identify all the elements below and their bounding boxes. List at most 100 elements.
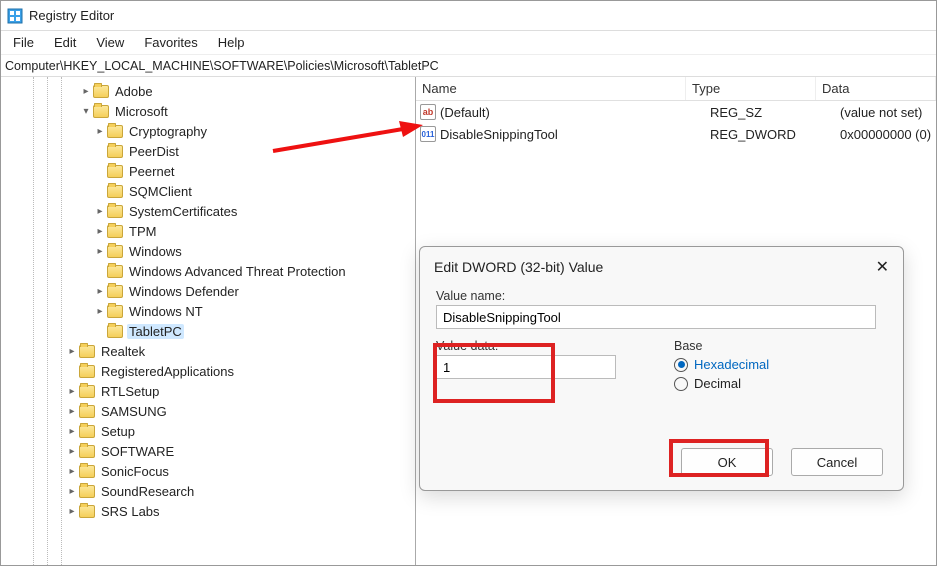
chevron-right-icon[interactable]: ▸ bbox=[93, 226, 107, 237]
folder-icon bbox=[79, 405, 95, 418]
dialog-title: Edit DWORD (32-bit) Value bbox=[434, 259, 603, 275]
folder-icon bbox=[79, 445, 95, 458]
menu-file[interactable]: File bbox=[3, 31, 44, 54]
title-bar: Registry Editor bbox=[1, 1, 936, 31]
value-data: 0x00000000 (0) bbox=[840, 127, 931, 142]
value-name-label: Value name: bbox=[436, 289, 887, 303]
folder-icon bbox=[107, 185, 123, 198]
tree-node-windows-defender[interactable]: ▸ Windows Defender bbox=[9, 281, 415, 301]
menu-edit[interactable]: Edit bbox=[44, 31, 86, 54]
tree-node-setup[interactable]: ▸Setup bbox=[9, 421, 415, 441]
tree-node-windows-nt[interactable]: ▸Windows NT bbox=[9, 301, 415, 321]
col-data[interactable]: Data bbox=[816, 77, 936, 100]
tree-node-tabletpc[interactable]: TabletPC bbox=[9, 321, 415, 341]
value-name-input[interactable] bbox=[436, 305, 876, 329]
value-type: REG_DWORD bbox=[710, 127, 840, 142]
tree-node-label: SRS Labs bbox=[99, 504, 162, 519]
value-data-input[interactable] bbox=[436, 355, 616, 379]
tree-node-adobe[interactable]: ▸Adobe bbox=[9, 81, 415, 101]
tree-node-label: Peernet bbox=[127, 164, 177, 179]
tree-node-label: PeerDist bbox=[127, 144, 181, 159]
chevron-right-icon[interactable]: ▸ bbox=[93, 306, 107, 317]
chevron-right-icon[interactable]: ▸ bbox=[93, 126, 107, 137]
tree-node-label: SystemCertificates bbox=[127, 204, 239, 219]
chevron-down-icon[interactable]: ▾ bbox=[79, 106, 93, 117]
chevron-right-icon[interactable]: ▸ bbox=[65, 346, 79, 357]
menu-bar: File Edit View Favorites Help bbox=[1, 31, 936, 55]
tree-node-registeredapplications[interactable]: RegisteredApplications bbox=[9, 361, 415, 381]
tree-node-srs-labs[interactable]: ▸ SRS Labs bbox=[9, 501, 415, 521]
tree-node-microsoft[interactable]: ▾ Microsoft bbox=[9, 101, 415, 121]
tree-node-soundresearch[interactable]: ▸SoundResearch bbox=[9, 481, 415, 501]
chevron-right-icon[interactable]: ▸ bbox=[65, 406, 79, 417]
folder-icon bbox=[107, 245, 123, 258]
chevron-right-icon[interactable]: ▸ bbox=[79, 86, 93, 97]
window-title: Registry Editor bbox=[29, 8, 114, 23]
chevron-right-icon[interactable]: ▸ bbox=[93, 286, 107, 297]
tree-node-label: RTLSetup bbox=[99, 384, 161, 399]
chevron-right-icon[interactable]: ▸ bbox=[65, 486, 79, 497]
tree-node-software[interactable]: ▸ SOFTWARE bbox=[9, 441, 415, 461]
tree-pane: ▸Adobe ▾ Microsoft ▸Cryptography PeerDist Pee… bbox=[1, 77, 416, 565]
tree-node-label: RegisteredApplications bbox=[99, 364, 236, 379]
dword-value-icon: 011 bbox=[420, 126, 436, 142]
value-row-default[interactable]: ab (Default) REG_SZ (value not set) bbox=[416, 101, 936, 123]
chevron-right-icon[interactable]: ▸ bbox=[65, 386, 79, 397]
cancel-button[interactable]: Cancel bbox=[791, 448, 883, 476]
tree-node-label: Windows Defender bbox=[127, 284, 241, 299]
tree-node-label: Windows bbox=[127, 244, 184, 259]
menu-view[interactable]: View bbox=[86, 31, 134, 54]
tree-node-sonicfocus[interactable]: ▸ SonicFocus bbox=[9, 461, 415, 481]
menu-favorites[interactable]: Favorites bbox=[134, 31, 207, 54]
tree-node-windows[interactable]: ▸ Windows bbox=[9, 241, 415, 261]
ok-button[interactable]: OK bbox=[681, 448, 773, 476]
folder-icon bbox=[79, 485, 95, 498]
folder-icon bbox=[93, 105, 109, 118]
folder-icon bbox=[107, 165, 123, 178]
radio-hexadecimal[interactable]: Hexadecimal bbox=[674, 357, 884, 372]
value-name: (Default) bbox=[440, 105, 710, 120]
tree-node-peernet[interactable]: Peernet bbox=[9, 161, 415, 181]
radio-decimal[interactable]: Decimal bbox=[674, 376, 884, 391]
tree-node-sqmclient[interactable]: SQMClient bbox=[9, 181, 415, 201]
tree-node-label: SOFTWARE bbox=[99, 444, 176, 459]
tree-node-label: TPM bbox=[127, 224, 158, 239]
tree-node-cryptography[interactable]: ▸Cryptography bbox=[9, 121, 415, 141]
chevron-right-icon[interactable]: ▸ bbox=[65, 466, 79, 477]
value-name: DisableSnippingTool bbox=[440, 127, 710, 142]
folder-icon bbox=[107, 265, 123, 278]
tree-node-label: SQMClient bbox=[127, 184, 194, 199]
tree-node-label: Microsoft bbox=[113, 104, 170, 119]
tree-node-windows-advanced-threat-protection[interactable]: Windows Advanced Threat Protection bbox=[9, 261, 415, 281]
chevron-right-icon[interactable]: ▸ bbox=[65, 506, 79, 517]
chevron-right-icon[interactable]: ▸ bbox=[65, 426, 79, 437]
folder-icon bbox=[79, 365, 95, 378]
menu-help[interactable]: Help bbox=[208, 31, 255, 54]
folder-icon bbox=[79, 465, 95, 478]
value-data-label: Value data: bbox=[436, 339, 646, 353]
folder-icon bbox=[107, 305, 123, 318]
folder-icon bbox=[79, 505, 95, 518]
tree-node-realtek[interactable]: ▸Realtek bbox=[9, 341, 415, 361]
col-type[interactable]: Type bbox=[686, 77, 816, 100]
chevron-right-icon[interactable]: ▸ bbox=[93, 246, 107, 257]
folder-icon bbox=[107, 225, 123, 238]
folder-icon bbox=[93, 85, 109, 98]
tree-node-systemcertificates[interactable]: ▸ SystemCertificates bbox=[9, 201, 415, 221]
tree-node-peerdist[interactable]: PeerDist bbox=[9, 141, 415, 161]
col-name[interactable]: Name bbox=[416, 77, 686, 100]
tree-node-rtlsetup[interactable]: ▸ RTLSetup bbox=[9, 381, 415, 401]
base-label: Base bbox=[674, 339, 884, 353]
tree-node-tpm[interactable]: ▸ TPM bbox=[9, 221, 415, 241]
chevron-right-icon[interactable]: ▸ bbox=[65, 446, 79, 457]
value-row-disablesnippingtool[interactable]: 011 DisableSnippingTool REG_DWORD 0x0000… bbox=[416, 123, 936, 145]
tree[interactable]: ▸Adobe ▾ Microsoft ▸Cryptography PeerDist Pee… bbox=[1, 77, 415, 565]
tree-node-samsung[interactable]: ▸SAMSUNG bbox=[9, 401, 415, 421]
address-bar[interactable]: Computer\HKEY_LOCAL_MACHINE\SOFTWARE\Pol… bbox=[1, 55, 936, 77]
close-icon[interactable]: ✕ bbox=[876, 257, 889, 277]
dialog-titlebar: Edit DWORD (32-bit) Value ✕ bbox=[420, 247, 903, 283]
app-icon bbox=[7, 8, 23, 24]
chevron-right-icon[interactable]: ▸ bbox=[93, 206, 107, 217]
value-type: REG_SZ bbox=[710, 105, 840, 120]
tree-node-label: SonicFocus bbox=[99, 464, 171, 479]
